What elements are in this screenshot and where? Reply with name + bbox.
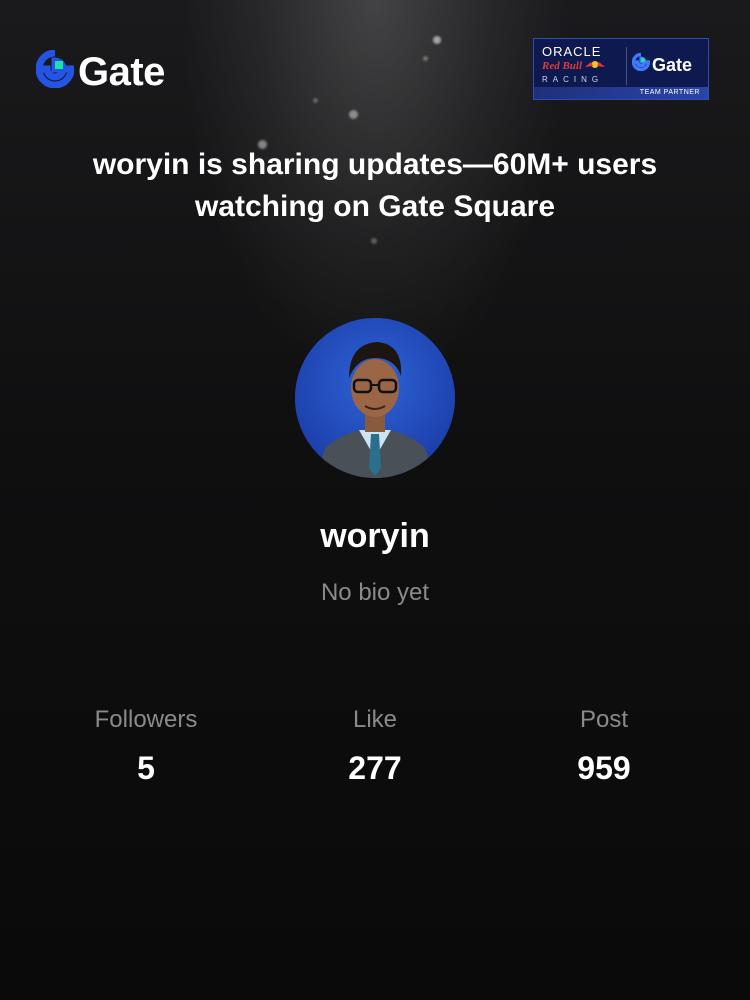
badge-gate-logo: Gate xyxy=(631,52,693,76)
stat-label: Followers xyxy=(94,706,198,733)
sparkle-decoration xyxy=(433,36,441,44)
badge-line-redbull: Red Bull xyxy=(542,59,622,74)
avatar[interactable] xyxy=(295,318,455,478)
badge-line-oracle: ORACLE xyxy=(542,44,602,59)
stat-likes[interactable]: Like 277 xyxy=(265,704,485,786)
share-card: Gate ORACLE Red Bull RACING Gate TEAM PA… xyxy=(0,0,750,1000)
sparkle-decoration xyxy=(371,238,377,244)
team-partner-badge: ORACLE Red Bull RACING Gate TEAM PARTNER xyxy=(533,38,709,100)
stat-label: Post xyxy=(579,706,629,733)
share-headline: woryin is sharing updates—60M+ users wat… xyxy=(92,148,658,223)
racing-team-logo: ORACLE Red Bull RACING xyxy=(542,45,622,86)
badge-strip: TEAM PARTNER xyxy=(534,87,708,99)
gate-wordmark: Gate xyxy=(78,49,165,94)
stat-label: Like xyxy=(352,706,398,733)
stat-posts[interactable]: Post 959 xyxy=(494,704,714,786)
bio: No bio yet xyxy=(320,579,430,606)
badge-gate-wordmark: Gate xyxy=(652,54,693,75)
badge-line-racing: RACING xyxy=(542,75,604,84)
badge-divider xyxy=(626,47,627,85)
stat-value: 959 xyxy=(577,750,631,786)
badge-redbull-text: Red Bull xyxy=(542,60,583,72)
gate-logo-icon xyxy=(35,49,75,93)
gate-logo: Gate xyxy=(35,49,165,94)
bull-icon xyxy=(584,59,606,74)
stat-followers[interactable]: Followers 5 xyxy=(36,704,256,786)
sparkle-decoration xyxy=(423,56,428,61)
sparkle-decoration xyxy=(313,98,318,103)
stat-value: 277 xyxy=(348,750,402,786)
stat-value: 5 xyxy=(137,750,155,786)
gate-logo-icon xyxy=(631,52,651,76)
sparkle-decoration xyxy=(349,110,358,119)
username: woryin xyxy=(320,517,430,555)
avatar-portrait xyxy=(295,318,455,478)
